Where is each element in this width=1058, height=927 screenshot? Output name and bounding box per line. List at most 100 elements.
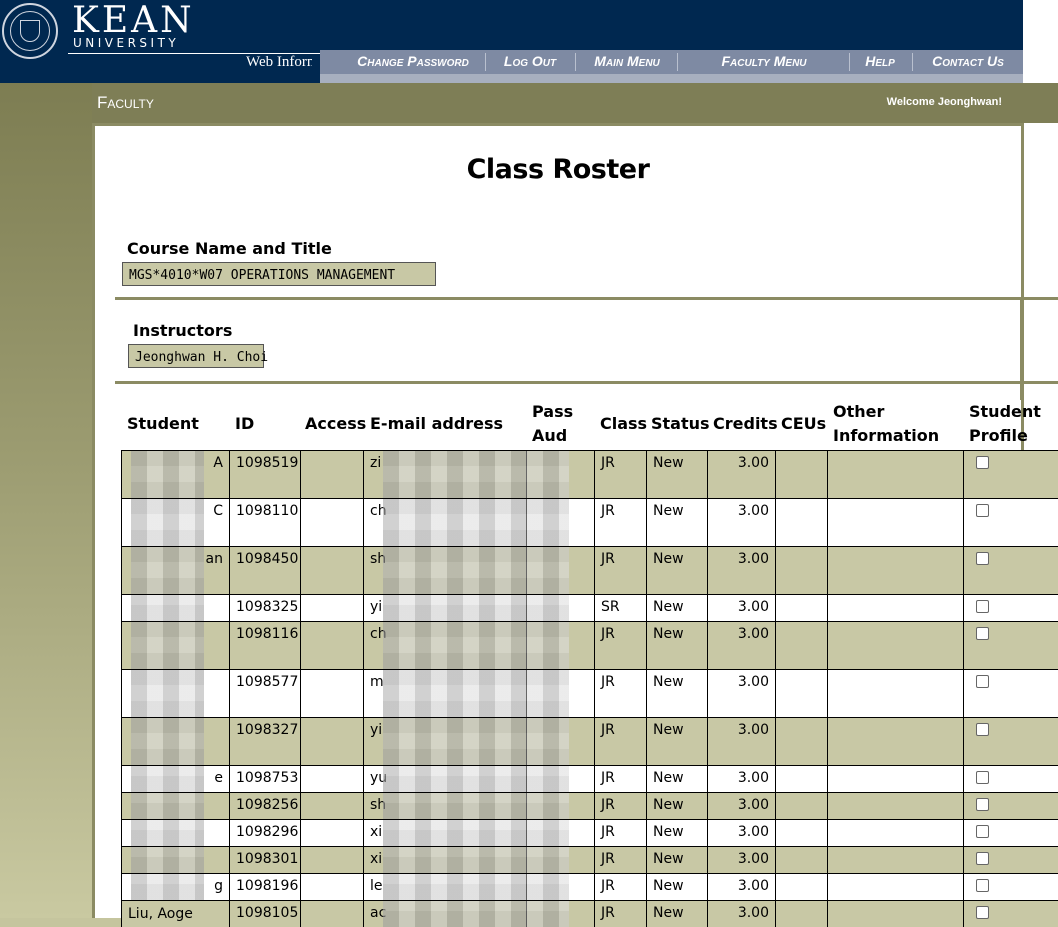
cell-ceus: [775, 766, 827, 792]
cell-class: JR: [594, 622, 646, 669]
student-profile-checkbox[interactable]: [976, 906, 989, 919]
cell-ceus: [775, 595, 827, 621]
redacted-name-mask: [131, 547, 204, 594]
table-row: C 1098110 ch JR New 3.00: [121, 498, 1058, 546]
nav-faculty-menu[interactable]: Faculty Menu: [680, 50, 848, 74]
cell-status: New: [646, 766, 707, 792]
cell-ceus: [775, 670, 827, 717]
student-profile-checkbox[interactable]: [976, 627, 989, 640]
cell-other-info: [827, 820, 963, 846]
cell-credits: 3.00: [707, 595, 775, 621]
table-row: 1098577 m JR New 3.00: [121, 669, 1058, 717]
cell-student-profile: [963, 820, 1058, 846]
nav-change-password[interactable]: Change Password: [338, 50, 488, 74]
cell-access: [300, 622, 363, 669]
col-email: E-mail address: [370, 414, 504, 433]
cell-id: 1098753: [229, 766, 300, 792]
nav-band: [320, 74, 1023, 83]
redacted-name-mask: [131, 766, 204, 792]
cell-student-profile: [963, 670, 1058, 717]
cell-id: 1098327: [229, 718, 300, 765]
redacted-name-mask: [131, 847, 204, 873]
cell-access: [300, 595, 363, 621]
cell-other-info: [827, 718, 963, 765]
table-row: Liu, Aoge 1098105 ac JR New 3.00: [121, 900, 1058, 927]
cell-id: 1098110: [229, 499, 300, 546]
nav-log-out[interactable]: Log Out: [488, 50, 572, 74]
col-other-info: Other: [833, 402, 885, 421]
redacted-name-mask: [131, 595, 204, 621]
cell-credits: 3.00: [707, 622, 775, 669]
cell-student-profile: [963, 451, 1058, 498]
cell-credits: 3.00: [707, 670, 775, 717]
student-profile-checkbox[interactable]: [976, 798, 989, 811]
cell-access: [300, 718, 363, 765]
redacted-email-mask: [383, 595, 569, 621]
nav-contact-us[interactable]: Contact Us: [916, 50, 1020, 74]
cell-ceus: [775, 847, 827, 873]
cell-access: [300, 547, 363, 594]
nav-help[interactable]: Help: [852, 50, 908, 74]
cell-access: [300, 766, 363, 792]
student-profile-checkbox[interactable]: [976, 771, 989, 784]
student-profile-checkbox[interactable]: [976, 852, 989, 865]
nav-main-menu[interactable]: Main Menu: [578, 50, 676, 74]
cell-other-info: [827, 766, 963, 792]
cell-status: New: [646, 718, 707, 765]
cell-credits: 3.00: [707, 547, 775, 594]
col-student-profile: Profile: [969, 426, 1028, 445]
student-profile-checkbox[interactable]: [976, 552, 989, 565]
redacted-email-mask: [383, 793, 569, 819]
cell-student-profile: [963, 499, 1058, 546]
web-info-label: Web Information: [246, 54, 312, 70]
student-profile-checkbox[interactable]: [976, 600, 989, 613]
student-profile-checkbox[interactable]: [976, 675, 989, 688]
cell-class: JR: [594, 451, 646, 498]
cell-id: 1098296: [229, 820, 300, 846]
redacted-name-mask: [131, 820, 204, 846]
cell-class: JR: [594, 793, 646, 819]
cell-ceus: [775, 451, 827, 498]
section-header: Faculty Welcome Jeonghwan!: [92, 83, 1058, 123]
cell-id: 1098256: [229, 793, 300, 819]
cell-id: 1098450: [229, 547, 300, 594]
col-id: ID: [235, 414, 255, 433]
cell-credits: 3.00: [707, 718, 775, 765]
cell-ceus: [775, 718, 827, 765]
col-student-profile: Student: [969, 402, 1041, 421]
cell-credits: 3.00: [707, 499, 775, 546]
student-profile-checkbox[interactable]: [976, 456, 989, 469]
redacted-email-mask: [383, 847, 569, 873]
nav-band-left: [0, 74, 320, 83]
main-nav: Change Password Log Out Main Menu Facult…: [320, 50, 1023, 74]
table-row: 1098327 yi JR New 3.00: [121, 717, 1058, 765]
redacted-name-mask: [131, 874, 204, 900]
redacted-email-mask: [383, 718, 569, 765]
student-profile-checkbox[interactable]: [976, 825, 989, 838]
instructor-value: Jeonghwan H. Choi: [128, 344, 268, 368]
cell-ceus: [775, 499, 827, 546]
top-right-blank: [1023, 0, 1058, 83]
cell-other-info: [827, 793, 963, 819]
redacted-email-mask: [383, 622, 569, 669]
cell-access: [300, 820, 363, 846]
cell-student-profile: [963, 874, 1058, 900]
col-ceus: CEUs: [781, 414, 827, 433]
cell-credits: 3.00: [707, 847, 775, 873]
left-sidebar: [0, 83, 92, 918]
cell-status: New: [646, 820, 707, 846]
student-profile-checkbox[interactable]: [976, 504, 989, 517]
student-profile-checkbox[interactable]: [976, 879, 989, 892]
cell-ceus: [775, 874, 827, 900]
cell-access: [300, 847, 363, 873]
cell-student-profile: [963, 793, 1058, 819]
cell-status: New: [646, 499, 707, 546]
cell-status: New: [646, 670, 707, 717]
cell-id: 1098116: [229, 622, 300, 669]
cell-class: SR: [594, 595, 646, 621]
table-row: 1098301 xi JR New 3.00: [121, 846, 1058, 873]
student-profile-checkbox[interactable]: [976, 723, 989, 736]
section-title: Faculty: [97, 93, 154, 112]
logo-subtitle: UNIVERSITY: [73, 36, 180, 50]
cell-id: 1098196: [229, 874, 300, 900]
